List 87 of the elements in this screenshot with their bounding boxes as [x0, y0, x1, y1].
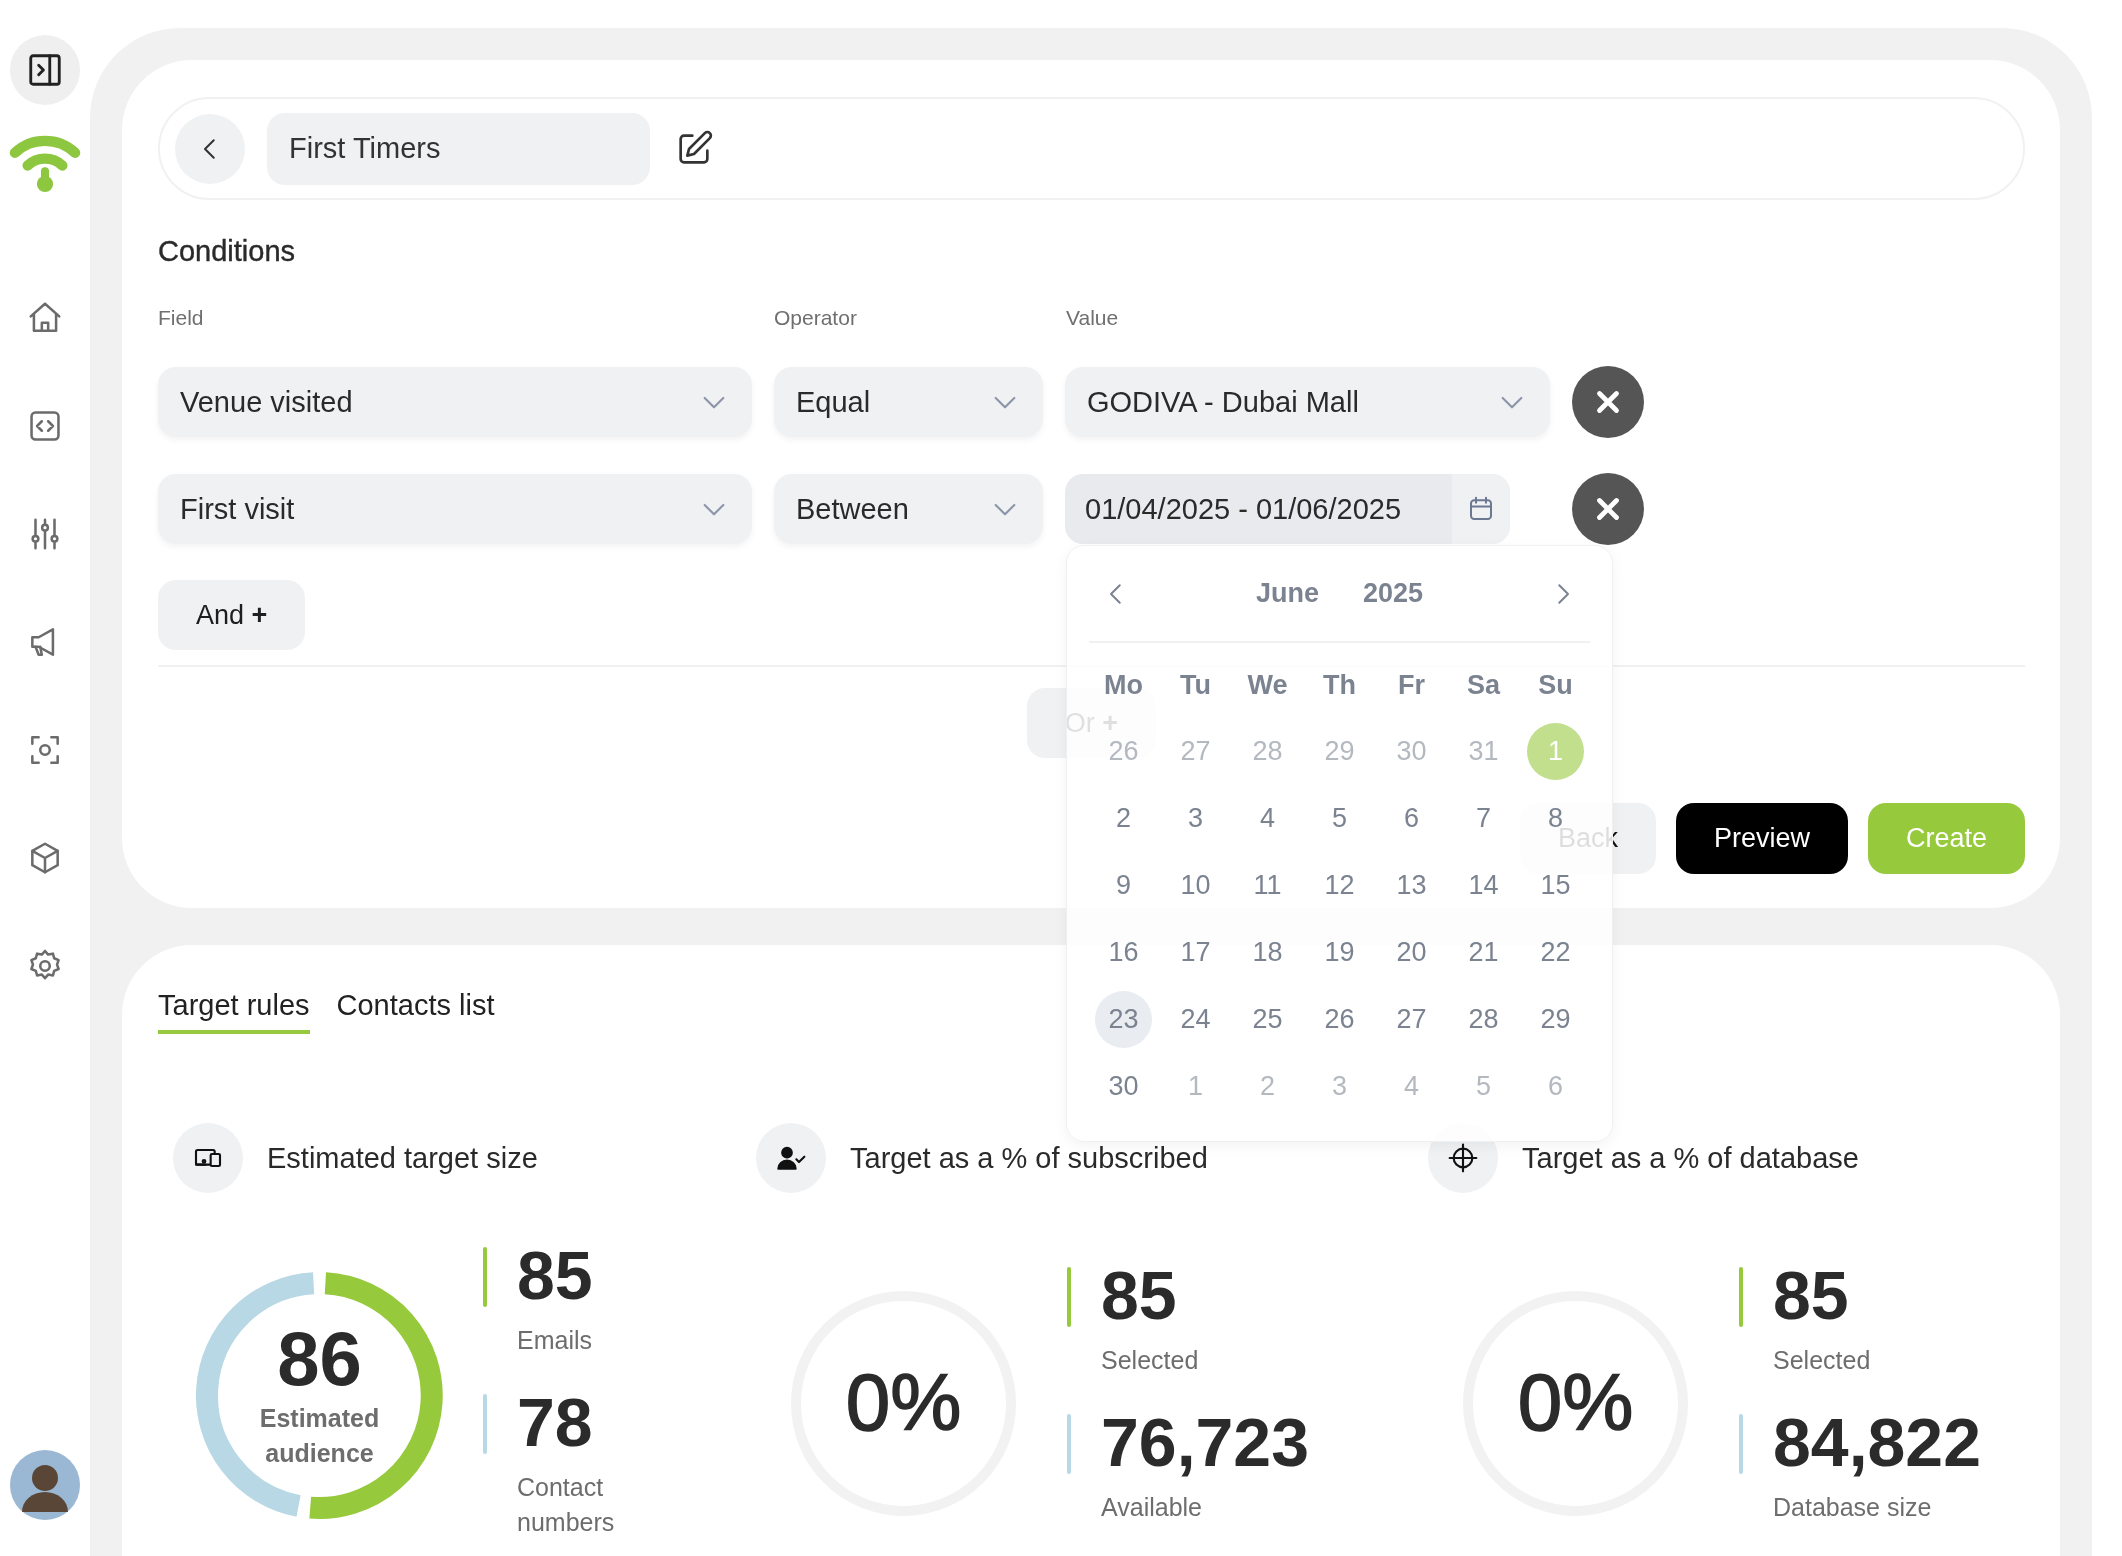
calendar-day[interactable]: 4 [1239, 790, 1296, 847]
calendar-day[interactable]: 5 [1311, 790, 1368, 847]
weekday-label: Fr [1398, 668, 1425, 702]
metric-value: 76,723 [1101, 1408, 1309, 1476]
tab[interactable]: Target rules [158, 983, 310, 1034]
dropdown[interactable]: GODIVA - Dubai Mall [1065, 367, 1550, 437]
percent-value: 0% [845, 1363, 962, 1443]
metric-value: 85 [1101, 1261, 1178, 1329]
metric-label: Emails [517, 1325, 593, 1356]
calendar-day[interactable]: 18 [1239, 924, 1296, 981]
calendar-day[interactable]: 13 [1383, 857, 1440, 914]
calendar-day[interactable]: 12 [1311, 857, 1368, 914]
weekday-label: Tu [1180, 668, 1211, 702]
audience-caption: Estimated audience [258, 1402, 381, 1469]
calendar-day[interactable]: 4 [1383, 1058, 1440, 1115]
calendar-day[interactable]: 6 [1383, 790, 1440, 847]
calendar-day[interactable]: 22 [1527, 924, 1584, 981]
crosshair-icon [1447, 1142, 1479, 1174]
calendar-day[interactable]: 28 [1239, 723, 1296, 780]
calendar-day[interactable]: 15 [1527, 857, 1584, 914]
calendar-year[interactable]: 2025 [1362, 578, 1424, 609]
calendar-day[interactable]: 30 [1383, 723, 1440, 780]
dropdown[interactable]: Equal [774, 367, 1043, 437]
and-button[interactable]: And + [158, 580, 306, 650]
calendar-day[interactable]: 28 [1455, 991, 1512, 1048]
calendar-day[interactable]: 10 [1167, 857, 1224, 914]
weekday-label: Sa [1467, 668, 1500, 702]
stat-title: Target as a % of subscribed [850, 1141, 1208, 1175]
tab[interactable]: Contacts list [336, 983, 495, 1034]
dropdown[interactable]: Between [774, 474, 1043, 544]
calendar-day[interactable]: 3 [1311, 1058, 1368, 1115]
section-title: Conditions [158, 235, 297, 268]
calendar-day[interactable]: 26 [1095, 723, 1152, 780]
calendar-day[interactable]: 23 [1095, 991, 1152, 1048]
dropdown[interactable]: Venue visited [158, 367, 752, 437]
metric-label: Selected [1773, 1345, 1871, 1376]
calendar-day[interactable]: 6 [1527, 1058, 1584, 1115]
audience-count: 86 [277, 1320, 362, 1397]
calendar-day[interactable]: 1 [1167, 1058, 1224, 1115]
calendar-day[interactable]: 19 [1311, 924, 1368, 981]
calendar-day[interactable]: 5 [1455, 1058, 1512, 1115]
dropdown[interactable]: First visit [158, 474, 752, 544]
metric-value: 85 [517, 1241, 594, 1309]
metric-label: Contact numbers [517, 1472, 616, 1538]
panel-toggle-icon [26, 51, 64, 89]
calendar-day[interactable]: 20 [1383, 924, 1440, 981]
weekday-label: We [1247, 668, 1288, 702]
calendar-day[interactable]: 29 [1311, 723, 1368, 780]
calendar-day[interactable]: 26 [1311, 991, 1368, 1048]
name-field[interactable]: First Timers [267, 112, 650, 185]
stat-title: Target as a % of database [1522, 1141, 1859, 1175]
calendar-day[interactable]: 3 [1167, 790, 1224, 847]
weekday-label: Th [1323, 668, 1356, 702]
calendar-day[interactable]: 29 [1527, 991, 1584, 1048]
metric-label: Database size [1773, 1492, 1933, 1523]
column-label: Operator [774, 306, 858, 330]
calendar-day[interactable]: 11 [1239, 857, 1296, 914]
metric-value: 78 [517, 1388, 594, 1456]
calendar-day[interactable]: 7 [1455, 790, 1512, 847]
calendar-month[interactable]: June [1255, 578, 1319, 609]
calendar-day[interactable]: 25 [1239, 991, 1296, 1048]
calendar-day[interactable]: 9 [1095, 857, 1152, 914]
calendar-day[interactable]: 30 [1095, 1058, 1152, 1115]
preview-button[interactable]: Preview [1675, 803, 1848, 874]
metric-label: Selected [1101, 1345, 1199, 1376]
date-range-field[interactable]: 01/04/2025 - 01/06/2025 [1065, 474, 1510, 544]
column-label: Field [158, 306, 205, 330]
weekday-label: Su [1538, 668, 1573, 702]
metric-label: Available [1101, 1492, 1203, 1523]
metric-value: 85 [1773, 1261, 1850, 1329]
calendar-day[interactable]: 17 [1167, 924, 1224, 981]
metric-value: 84,822 [1773, 1408, 1981, 1476]
calendar-day[interactable]: 27 [1167, 723, 1224, 780]
calendar-day[interactable]: 16 [1095, 924, 1152, 981]
calendar-day[interactable]: 21 [1455, 924, 1512, 981]
calendar-day[interactable]: 27 [1383, 991, 1440, 1048]
percent-value: 0% [1517, 1363, 1634, 1443]
calendar-day[interactable]: 2 [1095, 790, 1152, 847]
column-label: Value [1066, 306, 1119, 330]
calendar-day[interactable]: 14 [1455, 857, 1512, 914]
stat-title: Estimated target size [267, 1141, 538, 1175]
calendar-day[interactable]: 31 [1455, 723, 1512, 780]
calendar-day[interactable]: 24 [1167, 991, 1224, 1048]
calendar-day[interactable]: 2 [1239, 1058, 1296, 1115]
avatar-icon[interactable] [10, 1450, 80, 1520]
create-button[interactable]: Create [1867, 803, 2025, 874]
weekday-label: Mo [1104, 668, 1143, 702]
